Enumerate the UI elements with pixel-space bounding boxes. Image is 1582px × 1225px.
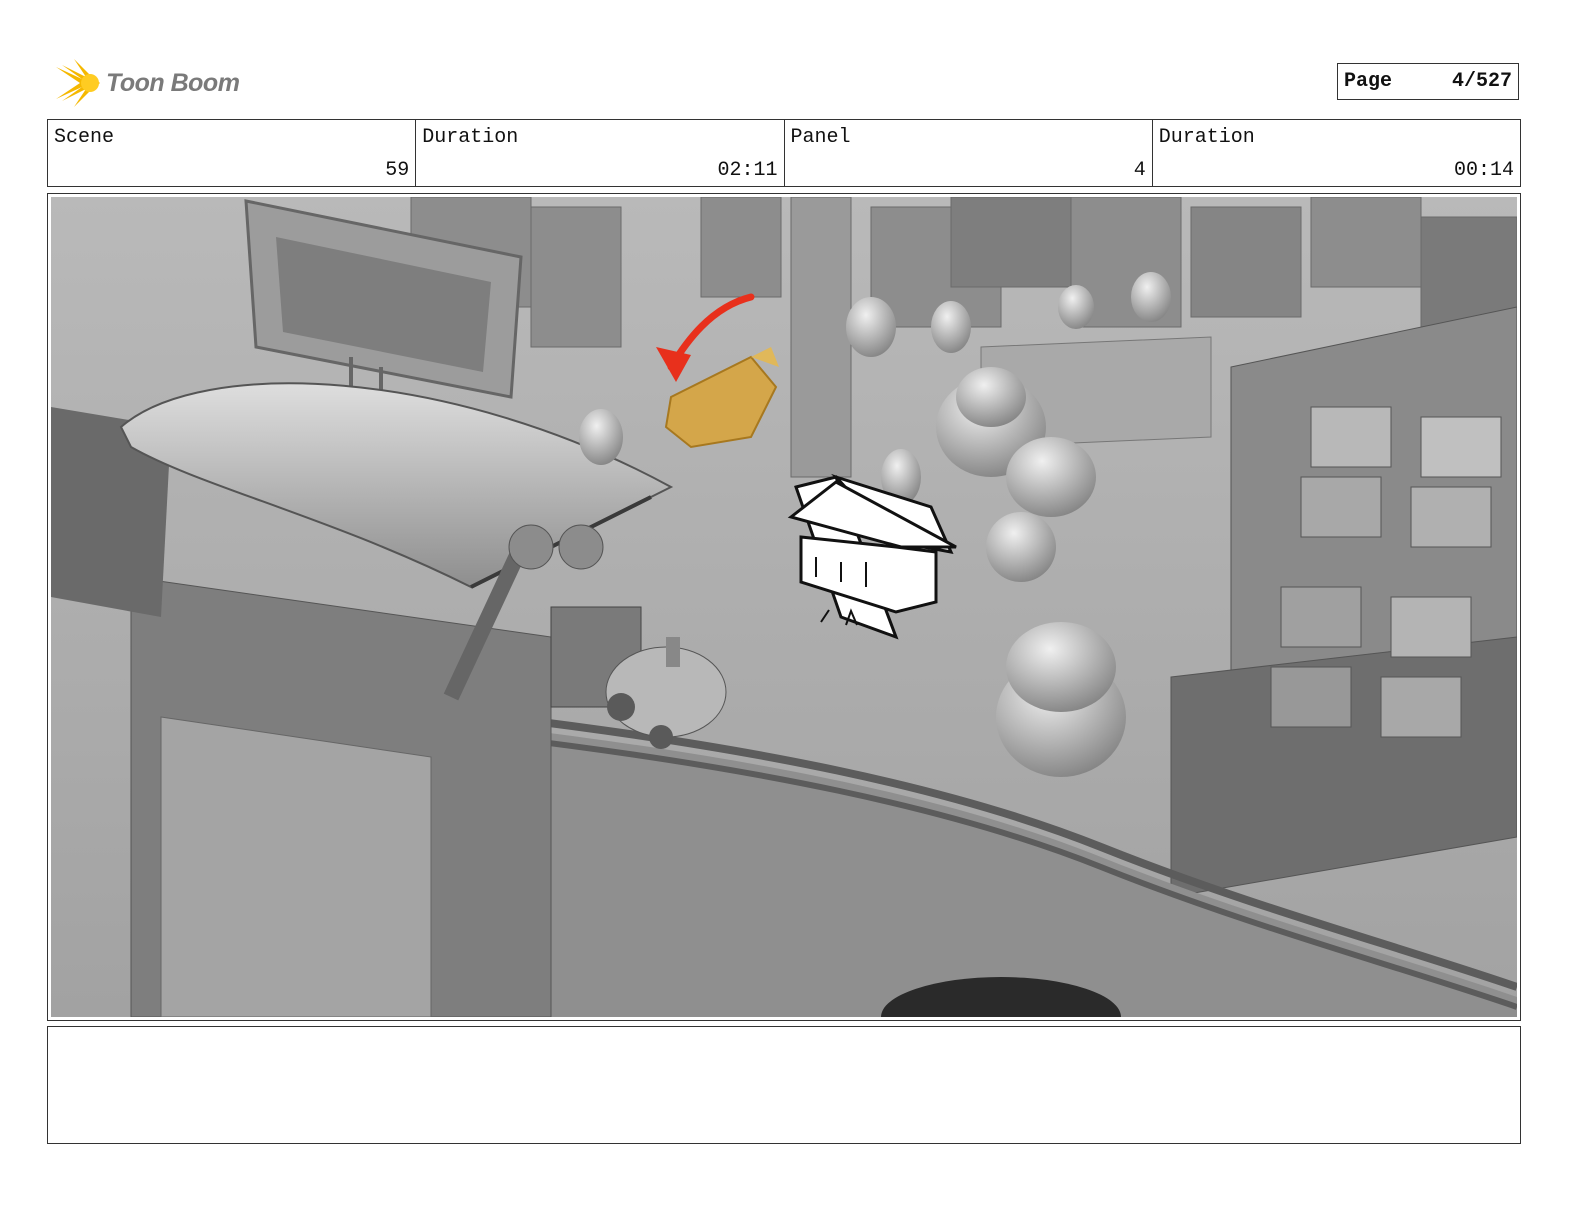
panel-cell: Panel 4 <box>785 120 1153 186</box>
panel-duration-value: 00:14 <box>1453 159 1514 182</box>
logo-text: Toon Boom <box>106 68 240 97</box>
page-number: 4/527 <box>1451 70 1512 93</box>
scene-duration-value: 02:11 <box>717 159 778 182</box>
page-indicator: Page 4/527 <box>1337 63 1519 100</box>
storyboard-panel <box>47 193 1521 1021</box>
panel-info-bar: Scene 59 Duration 02:11 Panel 4 Duration… <box>47 119 1521 187</box>
scene-duration-label: Duration <box>422 126 519 149</box>
panel-duration-cell: Duration 00:14 <box>1153 120 1520 186</box>
scene-value: 59 <box>385 159 410 182</box>
panel-notes <box>47 1026 1521 1144</box>
panel-value: 4 <box>1133 159 1146 182</box>
panel-label: Panel <box>790 126 851 149</box>
star-burst-icon <box>56 59 100 107</box>
scene-duration-cell: Duration 02:11 <box>416 120 785 186</box>
toon-boom-logo: Toon Boom <box>52 56 252 110</box>
scene-label: Scene <box>54 126 115 149</box>
scene-cell: Scene 59 <box>48 120 417 186</box>
page-label: Page <box>1344 70 1393 93</box>
panel-duration-label: Duration <box>1158 126 1255 149</box>
panel-image <box>51 197 1517 1017</box>
